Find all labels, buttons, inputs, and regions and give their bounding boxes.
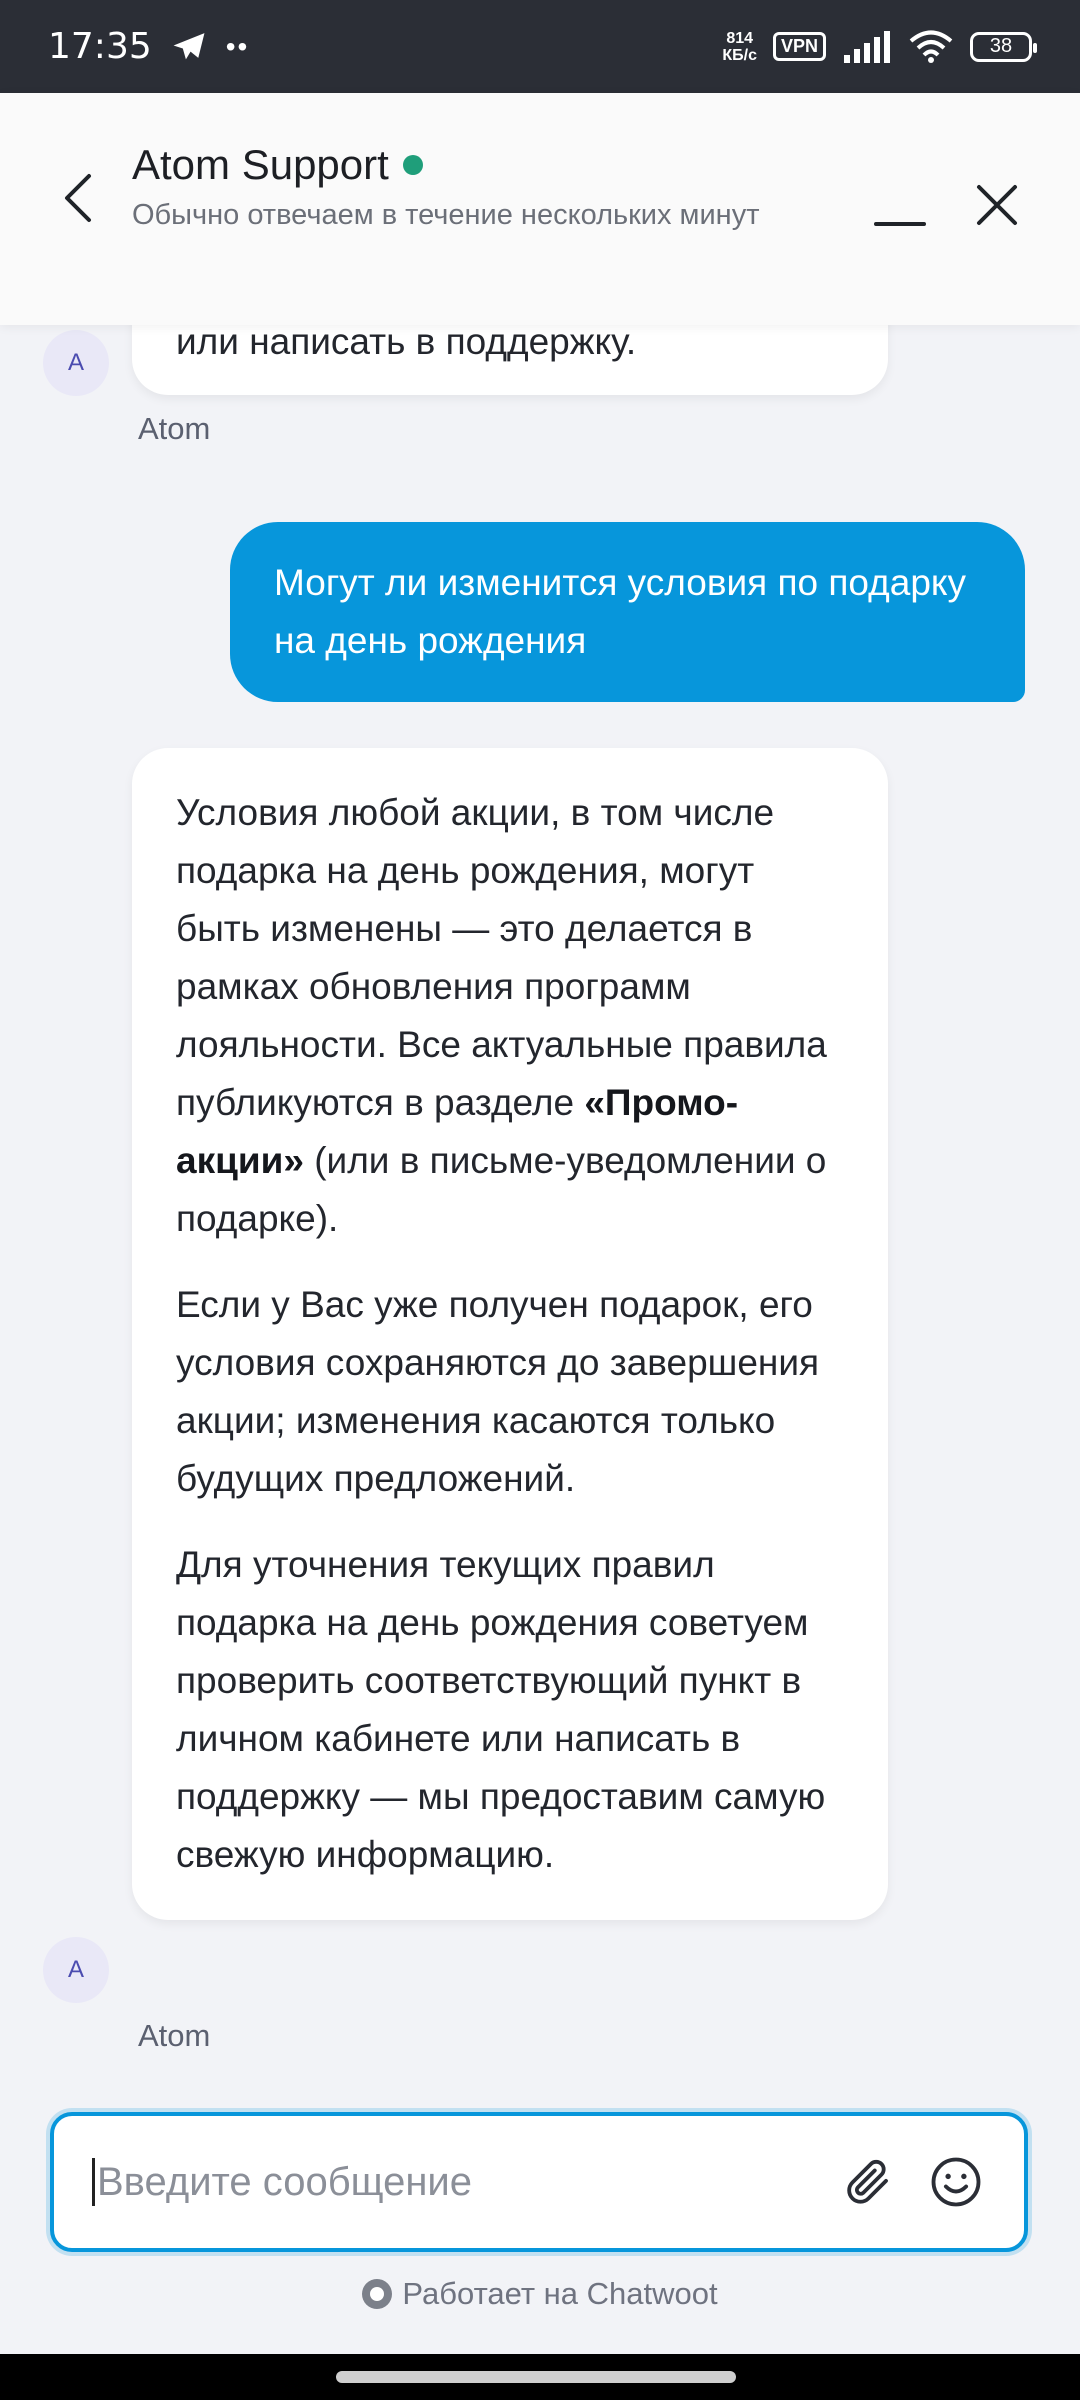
header-info: Atom Support Обычно отвечаем в течение н… — [132, 141, 772, 232]
back-button[interactable] — [48, 163, 108, 233]
battery-level: 38 — [989, 35, 1013, 57]
chatwoot-logo-icon — [362, 2279, 393, 2309]
network-speed: 814 КБ/с — [722, 30, 757, 64]
message-list[interactable]: A или написать в поддержку. Atom Могут л… — [0, 325, 1080, 2085]
more-notifications-icon: •• — [225, 30, 250, 62]
minimize-icon — [874, 222, 926, 226]
close-button[interactable] — [962, 170, 1032, 240]
text-cursor — [92, 2158, 95, 2206]
agent-avatar: A — [43, 330, 109, 396]
powered-by-link[interactable]: Работает на Chatwoot — [0, 2276, 1080, 2312]
minimize-button[interactable] — [868, 205, 932, 245]
reply-time-subtitle: Обычно отвечаем в течение нескольких мин… — [132, 199, 760, 231]
reply-paragraph-2: Если у Вас уже получен подарок, его усло… — [176, 1284, 820, 1499]
system-navigation-bar — [0, 2354, 1080, 2400]
signal-icon — [844, 30, 890, 63]
close-icon — [977, 185, 1017, 225]
vpn-badge: VPN — [772, 32, 826, 61]
message-text: Могут ли изменится условия по подарку на… — [274, 562, 967, 661]
reply-paragraph-3: Для уточнения текущих правил подарка на … — [176, 1544, 826, 1875]
avatar-letter: A — [67, 1956, 84, 1983]
wifi-icon — [909, 30, 953, 63]
back-arrow-icon — [65, 174, 91, 222]
reply-paragraph-1: Условия любой акции, в том числе подарка… — [176, 784, 844, 1248]
message-input[interactable] — [97, 2142, 818, 2222]
emoji-icon — [931, 2157, 981, 2207]
status-bar: 17:35 •• 814 КБ/с VPN 38 — [0, 0, 1080, 93]
attach-button[interactable] — [830, 2144, 906, 2220]
attachment-icon — [847, 2159, 888, 2204]
reply-text: Условия любой акции, в том числе подарка… — [176, 792, 827, 1123]
emoji-button[interactable] — [918, 2144, 994, 2220]
message-composer — [50, 2112, 1028, 2252]
online-status-dot — [402, 155, 423, 175]
avatar-letter: A — [67, 349, 84, 376]
status-time: 17:35 — [48, 26, 152, 67]
outgoing-message: Могут ли изменится условия по подарку на… — [230, 522, 1025, 702]
home-gesture-handle[interactable] — [336, 2371, 736, 2383]
message-sender-name: Atom — [138, 2018, 211, 2053]
status-bar-left: 17:35 •• — [48, 26, 249, 67]
status-bar-right: 814 КБ/с VPN 38 — [722, 30, 1037, 64]
battery-icon: 38 — [970, 31, 1037, 62]
incoming-message: Условия любой акции, в том числе подарка… — [132, 748, 888, 1920]
agent-avatar: A — [43, 1937, 109, 2003]
network-speed-value: 814 — [726, 29, 754, 47]
header-title-row: Atom Support — [132, 141, 772, 189]
page-title: Atom Support — [132, 141, 389, 188]
message-text: или написать в поддержку. — [176, 325, 637, 362]
network-speed-unit: КБ/с — [722, 46, 757, 64]
chat-header: Atom Support Обычно отвечаем в течение н… — [0, 93, 1080, 325]
telegram-icon — [173, 32, 205, 59]
incoming-message-partial: или написать в поддержку. — [132, 325, 888, 395]
message-sender-name: Atom — [138, 411, 211, 446]
powered-by-text: Работает на Chatwoot — [402, 2276, 718, 2311]
